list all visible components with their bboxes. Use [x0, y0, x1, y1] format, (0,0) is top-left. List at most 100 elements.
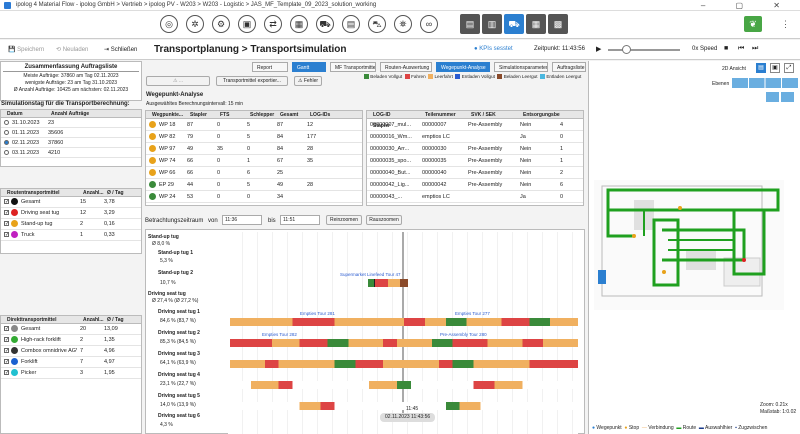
to-time-input[interactable]: 11:51: [280, 215, 320, 225]
calendar-icon[interactable]: ▦: [526, 14, 546, 34]
vehicle-row[interactable]: ✓ Stand-up tug 2 0,16: [1, 219, 141, 230]
vehicle-row[interactable]: ✓ Gesamt 20 13,09: [1, 324, 141, 335]
view-3d-icon[interactable]: ▣: [770, 63, 780, 73]
tab-4[interactable]: Wegepunkt-Analyse: [436, 62, 490, 72]
checkbox[interactable]: ✓: [4, 210, 9, 216]
day-row[interactable]: 01.11.2023 35606: [1, 128, 141, 138]
leaf-icon[interactable]: ❦: [744, 16, 762, 32]
time-cursor[interactable]: [402, 232, 404, 420]
day-row[interactable]: 02.11.2023 37860: [1, 138, 141, 148]
checkbox[interactable]: ✓: [4, 232, 9, 238]
close-button[interactable]: ⇥ Schließen: [104, 46, 137, 53]
log-row[interactable]: 00000030_Arr... 00000030 Pre-Assembly Nein 1: [367, 143, 583, 155]
day-radio[interactable]: [4, 130, 9, 136]
skip-forward-icon[interactable]: ⏭: [752, 45, 758, 53]
stack-icon[interactable]: ▤: [460, 14, 480, 34]
tab-6[interactable]: Auftragsliste: [552, 62, 586, 72]
log-row[interactable]: 00000007_mul... 00000007 Pre-Assembly Nein 4: [367, 119, 583, 131]
view-2d-icon[interactable]: ▤: [756, 63, 766, 73]
day-radio[interactable]: [4, 140, 9, 146]
fullscreen-icon[interactable]: ⤢: [784, 63, 794, 73]
gantt-bar[interactable]: [230, 381, 578, 389]
zoom-in-button[interactable]: Reinzoomen: [326, 215, 362, 225]
box-icon[interactable]: ▣: [238, 15, 256, 33]
fan-icon[interactable]: ✲: [186, 15, 204, 33]
gantt-bar[interactable]: [230, 360, 578, 368]
vehicle-row[interactable]: ✓ Forklift 7 4,97: [1, 357, 141, 368]
day-row[interactable]: 31.10.2023 23: [1, 118, 141, 128]
vehicle-row[interactable]: ✓ Gesamt 15 3,78: [1, 197, 141, 208]
checkbox[interactable]: ✓: [4, 337, 9, 343]
waypoint-icon: [149, 157, 156, 165]
export-disabled-button[interactable]: ⚠ ...: [146, 76, 210, 86]
route-icon[interactable]: ⇄: [264, 15, 282, 33]
cart-icon[interactable]: ⛍: [368, 15, 386, 33]
skip-back-icon[interactable]: ⏮: [738, 45, 744, 53]
reload-button[interactable]: ⟲ Neuladen: [56, 46, 88, 53]
wp-row[interactable]: WP 74 66 0 1 67 35: [146, 155, 362, 167]
tab-2[interactable]: MF Transportmittel: [330, 62, 376, 72]
train-icon[interactable]: ⛯: [394, 15, 412, 33]
chart-icon[interactable]: ▤: [342, 15, 360, 33]
vehicle-row[interactable]: ✓ Picker 3 1,95: [1, 368, 141, 379]
checkbox[interactable]: ✓: [4, 348, 9, 354]
gantt-bar[interactable]: [368, 279, 408, 287]
vehicle-row[interactable]: ✓ Driving seat tug 12 3,29: [1, 208, 141, 219]
wp-row[interactable]: EP 29 44 0 5 49 28: [146, 179, 362, 191]
layout-map[interactable]: [594, 180, 784, 310]
export-button[interactable]: Transportmittel exportier...: [216, 76, 288, 86]
day-row[interactable]: 03.11.2023 4210: [1, 148, 141, 158]
wp-header: Wegpunkte... Stapler FTS Schlepper Gesamt LOG…: [146, 111, 362, 119]
log-row[interactable]: 00000040_But... 00000040 Pre-Assembly Nein 2: [367, 167, 583, 179]
shelf-icon[interactable]: ▥: [482, 14, 502, 34]
vehicle-row[interactable]: ✓ Combox omnidrive AGV7 4,96: [1, 346, 141, 357]
gantt-bar[interactable]: [230, 402, 578, 410]
link-icon[interactable]: ∞: [420, 15, 438, 33]
save-button[interactable]: 💾 Speichern: [8, 46, 44, 53]
checkbox[interactable]: ✓: [4, 370, 9, 376]
vehicle-row[interactable]: ✓ Truck 1 0,33: [1, 230, 141, 241]
wp-row[interactable]: WP 66 66 0 6 25: [146, 167, 362, 179]
map-legend: ● Wegepunkt ● Stop — Verbindung ▬ Route …: [592, 425, 768, 431]
tab-3[interactable]: Routen-Auswertung: [380, 62, 432, 72]
gantt-lane-label: Stand-up tug 2: [158, 270, 193, 276]
gear-icon[interactable]: ⚙: [212, 15, 230, 33]
tab-1[interactable]: Gantt: [292, 62, 326, 72]
window-controls[interactable]: – ▢ ✕: [701, 0, 794, 11]
wp-row[interactable]: WP 97 49 35 0 84 28: [146, 143, 362, 155]
checkbox[interactable]: ✓: [4, 221, 9, 227]
gantt-group-label: Driving seat tug: [148, 291, 186, 297]
log-row[interactable]: 00000043_... emptios LC Ja 0: [367, 191, 583, 203]
menu-icon[interactable]: ⋮: [781, 19, 790, 30]
speed-slider[interactable]: [608, 49, 680, 51]
error-button[interactable]: ⚠ Fehler: [294, 76, 322, 86]
wp-row[interactable]: WP 24 53 0 0 34: [146, 191, 362, 203]
layer-buttons-2[interactable]: [766, 92, 794, 102]
vehicle-row[interactable]: ✓ High-rack forklift 2 1,35: [1, 335, 141, 346]
simulation-icon[interactable]: ⛟: [504, 14, 524, 34]
log-row[interactable]: 00000016_Wm... emptios LC Ja 0: [367, 131, 583, 143]
tab-0[interactable]: Report: [252, 62, 288, 72]
wp-row[interactable]: WP 82 79 0 5 84 177: [146, 131, 362, 143]
tab-5[interactable]: Simulationsparameter: [494, 62, 548, 72]
log-row[interactable]: 00000035_spo... 00000035 Pre-Assembly Nein 1: [367, 155, 583, 167]
target-icon[interactable]: ◎: [160, 15, 178, 33]
grid-icon[interactable]: ▦: [290, 15, 308, 33]
log-row[interactable]: 00000042_Lig... 00000042 Pre-Assembly Nein 6: [367, 179, 583, 191]
layer-buttons[interactable]: [732, 78, 798, 88]
wp-row[interactable]: WP 18 87 0 5 87 12: [146, 119, 362, 131]
day-radio[interactable]: [4, 120, 9, 126]
checkbox[interactable]: ✓: [4, 359, 9, 365]
day-radio[interactable]: [4, 150, 9, 156]
forklift-icon[interactable]: ⛟: [316, 15, 334, 33]
from-time-input[interactable]: 11:36: [222, 215, 262, 225]
gantt-bar[interactable]: [230, 318, 578, 326]
zoom-out-button[interactable]: Rauszoomen: [366, 215, 402, 225]
checkbox[interactable]: ✓: [4, 326, 9, 332]
checkbox[interactable]: ✓: [4, 199, 9, 205]
slider-handle[interactable]: [622, 45, 631, 54]
table-icon[interactable]: ▩: [548, 14, 568, 34]
gantt-bar[interactable]: [230, 339, 578, 347]
stop-icon[interactable]: ■: [724, 45, 728, 52]
play-icon[interactable]: ▶: [596, 45, 601, 53]
